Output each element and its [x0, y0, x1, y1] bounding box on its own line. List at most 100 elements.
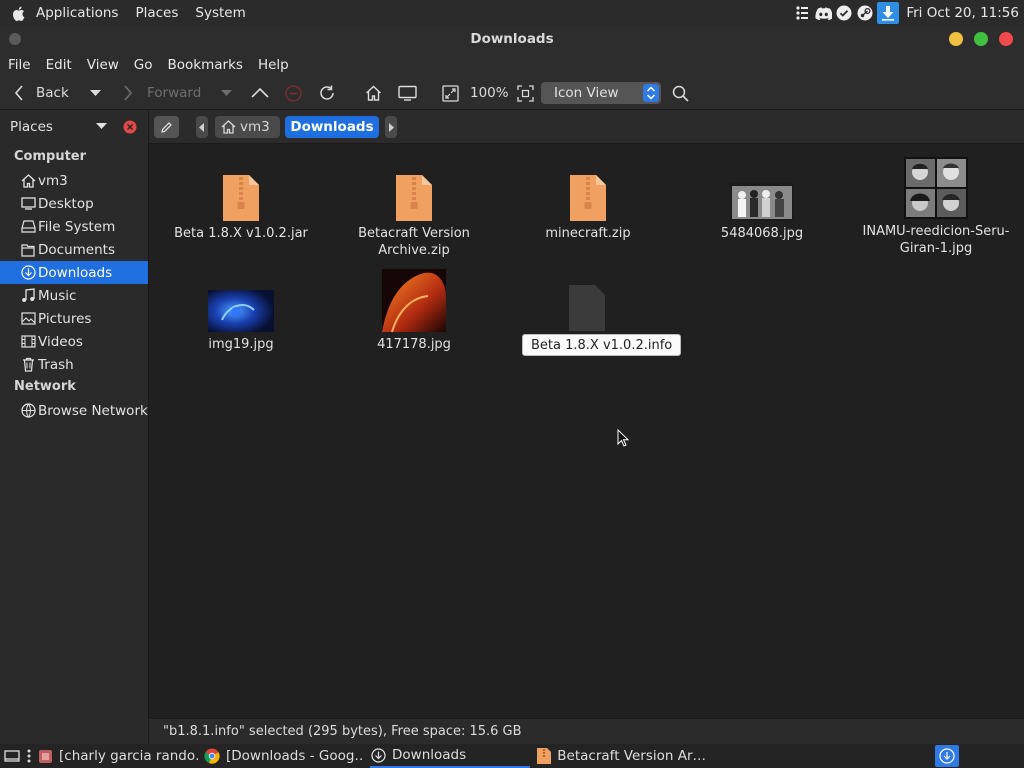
file-item[interactable]: minecraft.zip — [513, 175, 663, 242]
sidebar-item-label: Browse Network — [38, 402, 148, 419]
sidebar-item-label: Pictures — [38, 310, 92, 327]
sidebar-item-downloads[interactable]: Downloads — [0, 261, 148, 284]
show-desktop-icon[interactable] — [4, 748, 20, 764]
up-button[interactable] — [251, 77, 269, 109]
zoom-fit-icon — [442, 84, 459, 102]
file-item[interactable]: Betacraft Version Archive.zip — [339, 175, 489, 259]
crumb-downloads[interactable]: Downloads — [285, 116, 379, 138]
download-tray-icon[interactable] — [877, 2, 900, 24]
music-icon — [20, 288, 36, 304]
steam-icon[interactable] — [856, 4, 874, 22]
zoom-level[interactable]: 100% — [470, 77, 509, 109]
chevron-down-icon[interactable] — [96, 123, 107, 130]
check-circle-icon[interactable] — [835, 4, 853, 22]
back-history-dropdown[interactable] — [90, 77, 101, 109]
sidebar-item-documents[interactable]: Documents — [0, 238, 148, 261]
sidebar-item-vm3[interactable]: vm3 — [0, 169, 148, 192]
forward-history-dropdown[interactable] — [221, 77, 232, 109]
file-item[interactable]: 417178.jpg — [339, 269, 489, 353]
menu-edit[interactable]: Edit — [46, 57, 72, 73]
sidebar-item-pictures[interactable]: Pictures — [0, 307, 148, 330]
apple-icon[interactable] — [12, 5, 26, 21]
search-button[interactable] — [672, 77, 689, 109]
discord-icon[interactable] — [814, 4, 832, 22]
reload-button[interactable] — [318, 77, 336, 109]
sidebar-header[interactable]: Places — [0, 110, 149, 144]
sidebar-item-desktop[interactable]: Desktop — [0, 192, 148, 215]
maximize-button[interactable] — [974, 32, 988, 46]
tray-dots-icon[interactable] — [793, 4, 811, 22]
zoom-out-button[interactable] — [442, 77, 459, 109]
archive-icon — [536, 748, 551, 764]
view-mode-select[interactable]: Icon View — [541, 82, 661, 104]
file-view[interactable]: Beta 1.8.X v1.0.2.jar Betacraft Version … — [149, 145, 1024, 718]
forward-label: Forward — [147, 85, 202, 101]
image-thumbnail — [208, 290, 274, 332]
task-item-active[interactable]: Downloads — [370, 744, 530, 768]
toolbar: Back Forward 100% Icon View — [0, 77, 1024, 110]
crumb-label: vm3 — [240, 119, 270, 135]
task-label: [Downloads - Goog… — [226, 748, 364, 764]
menu-file[interactable]: File — [8, 57, 31, 73]
archive-icon — [396, 175, 432, 221]
file-item[interactable]: Beta 1.8.X v1.0.2.jar — [166, 175, 316, 242]
stop-icon — [285, 84, 302, 102]
reload-icon — [318, 84, 336, 102]
applications-menu[interactable]: Applications — [36, 5, 118, 21]
task-item[interactable]: [Downloads - Goog… — [204, 744, 364, 768]
computer-button[interactable] — [398, 77, 417, 109]
sidebar-item-browse-network[interactable]: Browse Network — [0, 399, 148, 422]
home-icon — [365, 85, 382, 101]
sidebar-item-label: Downloads — [38, 264, 113, 281]
zoom-normal-icon — [517, 84, 534, 102]
download-indicator-icon[interactable] — [935, 745, 959, 767]
archive-icon — [223, 175, 259, 221]
minimize-button[interactable] — [949, 32, 963, 46]
sidebar-section-network: Network — [14, 379, 76, 394]
path-scroll-left[interactable] — [196, 116, 208, 138]
places-menu[interactable]: Places — [135, 5, 178, 21]
window-titlebar[interactable]: Downloads — [0, 26, 1024, 53]
desktop-icon — [20, 196, 36, 212]
taskbar: [charly garcia rando… [Downloads - Goog…… — [0, 744, 1024, 768]
file-name: Betacraft Version Archive.zip — [358, 226, 470, 258]
close-button[interactable] — [999, 32, 1013, 46]
file-item[interactable]: img19.jpg — [166, 290, 316, 353]
file-name: 417178.jpg — [377, 337, 451, 352]
crumb-vm3[interactable]: vm3 — [215, 116, 280, 138]
menu-go[interactable]: Go — [134, 57, 153, 73]
file-item[interactable]: INAMU-reedicion-Seru-Giran-1.jpg — [861, 157, 1011, 257]
edit-location-button[interactable] — [154, 116, 179, 138]
sidebar-item-file-system[interactable]: File System — [0, 215, 148, 238]
zoom-in-button[interactable] — [517, 77, 534, 109]
home-button[interactable] — [365, 77, 382, 109]
up-arrow-icon — [251, 87, 269, 99]
forward-button[interactable]: Forward — [123, 77, 201, 109]
sidebar: Places Computer vm3 Desktop File System … — [0, 110, 149, 744]
path-scroll-right[interactable] — [385, 116, 397, 138]
menu-help[interactable]: Help — [258, 57, 289, 73]
sidebar-item-trash[interactable]: Trash — [0, 353, 148, 376]
sidebar-item-music[interactable]: Music — [0, 284, 148, 307]
menu-bookmarks[interactable]: Bookmarks — [168, 57, 243, 73]
menu-view[interactable]: View — [87, 57, 119, 73]
back-label: Back — [36, 85, 69, 101]
stop-button[interactable] — [285, 77, 302, 109]
file-name: minecraft.zip — [545, 226, 631, 241]
file-name: img19.jpg — [208, 337, 274, 352]
network-icon — [20, 403, 36, 419]
back-button[interactable]: Back — [14, 77, 69, 109]
image-thumbnail — [382, 269, 446, 333]
hovered-file-icon[interactable] — [569, 285, 605, 331]
clock[interactable]: Fri Oct 20, 11:56 — [906, 5, 1019, 21]
sidebar-item-label: Documents — [38, 241, 115, 258]
places-selector[interactable]: Places — [10, 119, 53, 135]
task-item[interactable]: [charly garcia rando… — [38, 744, 198, 768]
task-item[interactable]: Betacraft Version Ar… — [536, 744, 706, 768]
system-menu[interactable]: System — [195, 5, 245, 21]
close-sidebar-icon[interactable] — [123, 120, 137, 134]
updown-chevron-icon — [643, 84, 659, 102]
sidebar-item-videos[interactable]: Videos — [0, 330, 148, 353]
file-item[interactable]: 5484068.jpg — [687, 175, 837, 242]
document-icon — [20, 242, 36, 258]
